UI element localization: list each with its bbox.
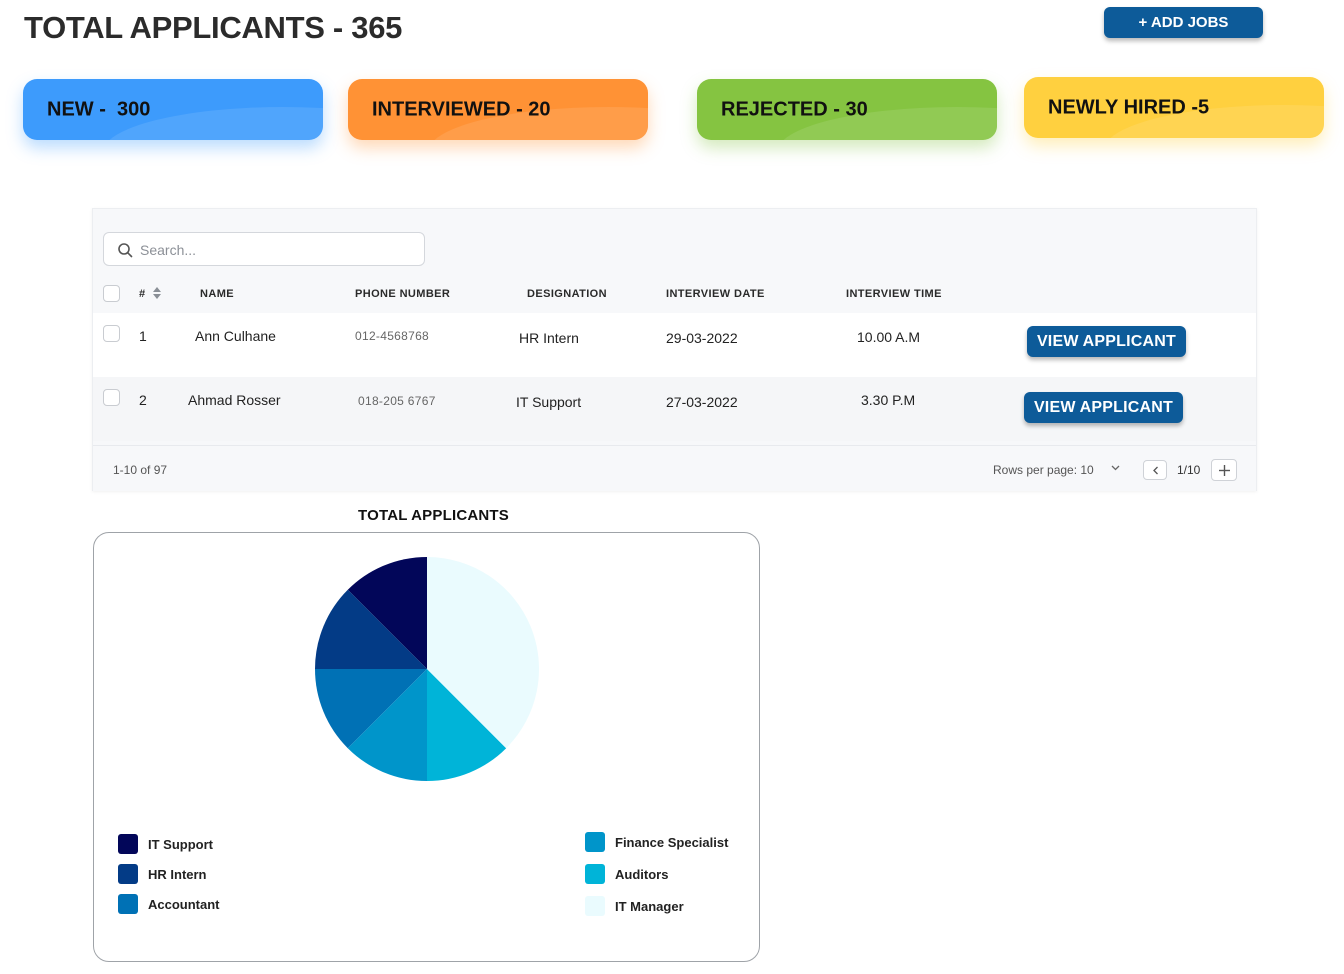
table-row: 1 Ann Culhane 012-4568768 HR Intern 29-0…: [93, 313, 1256, 377]
next-page-button[interactable]: [1211, 459, 1237, 481]
row-interview-date: 29-03-2022: [666, 330, 738, 346]
stat-card-interviewed[interactable]: INTERVIEWED - 20: [348, 79, 648, 140]
page-indicator: 1/10: [1177, 463, 1201, 477]
chart-title: TOTAL APPLICANTS: [358, 507, 509, 524]
legend-swatch: [585, 896, 605, 916]
stat-hired-label: NEWLY HIRED -5: [1048, 96, 1210, 118]
legend-item: Accountant: [118, 894, 220, 914]
chart-container: IT Support HR Intern Accountant Finance …: [93, 532, 760, 962]
search-box: [103, 232, 425, 266]
legend-item: HR Intern: [118, 864, 207, 884]
table-footer: 1-10 of 97 Rows per page: 10 1/10: [93, 445, 1256, 491]
select-all-checkbox[interactable]: [103, 285, 120, 302]
legend-swatch: [118, 864, 138, 884]
row-interview-time: 3.30 P.M: [861, 392, 916, 408]
row-checkbox[interactable]: [103, 389, 120, 406]
row-phone: 018-205 6767: [358, 394, 436, 408]
search-icon: [118, 243, 133, 258]
stat-rejected-label: REJECTED - 30: [721, 98, 868, 120]
legend-item: IT Support: [118, 834, 213, 854]
legend-label: Auditors: [615, 866, 669, 882]
row-index: 1: [139, 328, 147, 344]
stat-new-label: NEW - 300: [47, 98, 151, 120]
legend-label: HR Intern: [148, 866, 207, 882]
pagination-range: 1-10 of 97: [113, 463, 168, 477]
legend-label: IT Support: [148, 836, 213, 852]
view-applicant-button[interactable]: VIEW APPLICANT: [1027, 326, 1186, 357]
search-input[interactable]: [140, 240, 410, 260]
stat-interviewed-label: INTERVIEWED - 20: [372, 98, 551, 120]
add-jobs-button[interactable]: + ADD JOBS: [1104, 7, 1263, 38]
chevron-left-icon: [1153, 466, 1158, 475]
row-name: Ahmad Rosser: [188, 392, 281, 408]
column-header-designation: DESIGNATION: [527, 288, 607, 300]
sort-icon[interactable]: [153, 287, 161, 299]
row-phone: 012-4568768: [355, 329, 430, 343]
previous-page-button[interactable]: [1143, 460, 1167, 480]
column-header-phone: PHONE NUMBER: [355, 288, 451, 300]
legend-label: IT Manager: [615, 898, 684, 914]
legend-item: Auditors: [585, 864, 668, 884]
legend-swatch: [118, 834, 138, 854]
row-designation: IT Support: [516, 394, 582, 410]
legend-item: IT Manager: [585, 896, 684, 916]
legend-item: Finance Specialist: [585, 832, 728, 852]
legend-swatch: [585, 832, 605, 852]
rows-per-page-select[interactable]: Rows per page: 10: [993, 463, 1094, 477]
stat-card-new[interactable]: NEW - 300: [23, 79, 323, 140]
legend-label: Finance Specialist: [615, 834, 729, 850]
legend-label: Accountant: [148, 896, 220, 912]
column-header-interview-date: INTERVIEW DATE: [666, 288, 765, 300]
row-designation: HR Intern: [519, 330, 579, 346]
pie-chart: [315, 557, 539, 781]
table-row: 2 Ahmad Rosser 018-205 6767 IT Support 2…: [93, 377, 1256, 441]
page-title: TOTAL APPLICANTS - 365: [24, 10, 403, 45]
row-index: 2: [139, 392, 147, 408]
stat-card-newly-hired[interactable]: NEWLY HIRED -5: [1024, 77, 1324, 138]
column-header-name: NAME: [200, 288, 234, 300]
legend-swatch: [585, 864, 605, 884]
view-applicant-button[interactable]: VIEW APPLICANT: [1024, 392, 1183, 423]
row-checkbox[interactable]: [103, 325, 120, 342]
column-header-interview-time: INTERVIEW TIME: [846, 288, 942, 300]
chevron-down-icon[interactable]: [1111, 465, 1120, 471]
row-interview-date: 27-03-2022: [666, 394, 738, 410]
legend-swatch: [118, 894, 138, 914]
row-interview-time: 10.00 A.M: [857, 329, 921, 345]
column-header-index[interactable]: #: [139, 288, 146, 300]
row-name: Ann Culhane: [195, 328, 276, 344]
applicants-table: # NAME PHONE NUMBER DESIGNATION INTERVIE…: [92, 208, 1257, 491]
stat-card-rejected[interactable]: REJECTED - 30: [697, 79, 997, 140]
plus-icon: [1219, 465, 1230, 476]
